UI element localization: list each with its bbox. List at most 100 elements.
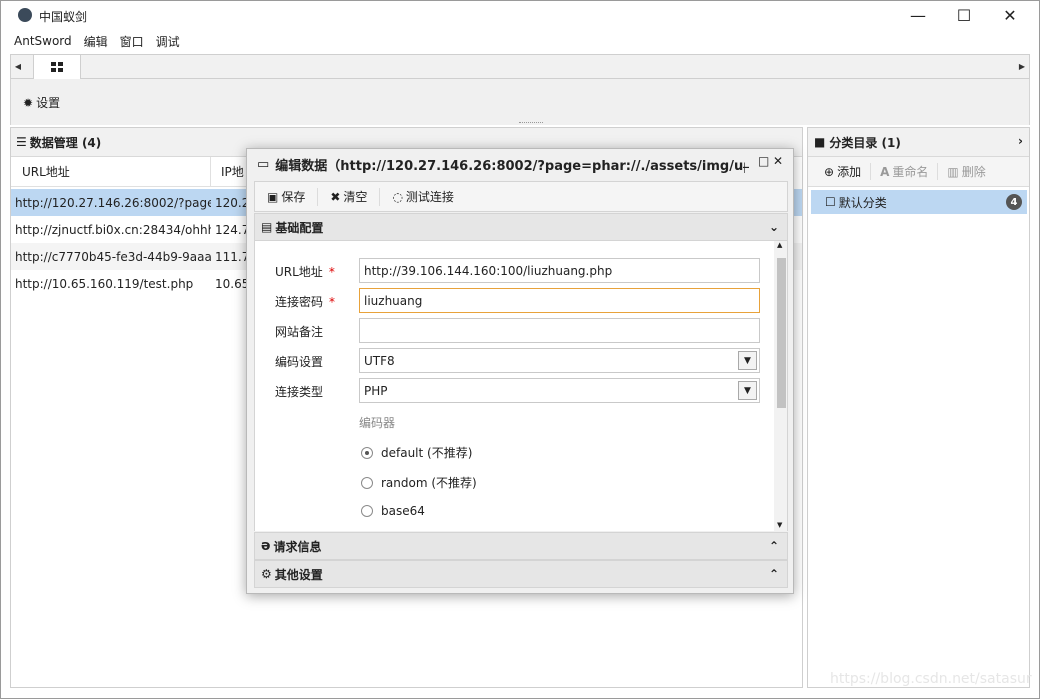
- row-url: http://10.65.160.119/test.php: [15, 276, 194, 291]
- spinner-icon: ◌: [392, 189, 403, 204]
- column-url[interactable]: URL地址: [11, 157, 211, 187]
- url-label: URL地址 *: [275, 263, 335, 280]
- chevron-down-icon: ▼: [738, 351, 757, 370]
- save-button[interactable]: ▣ 保存: [255, 187, 319, 206]
- window-title: 中国蚁剑: [39, 10, 88, 24]
- antsword-logo-icon: [18, 8, 32, 22]
- url-input[interactable]: http://39.106.144.160:100/liuzhuang.php: [359, 258, 760, 283]
- encoder-radio-base64[interactable]: base64: [361, 504, 425, 518]
- encoding-label: 编码设置: [275, 355, 324, 369]
- test-label: 测试连接: [405, 190, 454, 204]
- tab-home[interactable]: [33, 54, 81, 79]
- settings-button[interactable]: ✹ 设置: [23, 94, 60, 111]
- encoder-option-label: base64: [381, 504, 425, 518]
- encoder-option-label: default (不推荐): [381, 446, 473, 460]
- rename-category-button[interactable]: A 重命名: [870, 163, 937, 180]
- chevron-up-icon: ⌃: [768, 539, 779, 553]
- font-icon: A: [880, 164, 890, 179]
- clear-button[interactable]: ✖ 清空: [318, 187, 381, 206]
- dialog-title: 编辑数据（http://120.27.146.26:8002/?page=pha…: [275, 159, 746, 174]
- scroll-thumb[interactable]: [777, 258, 786, 408]
- dialog-close-icon[interactable]: ✕: [773, 154, 783, 168]
- clear-label: 清空: [343, 190, 368, 204]
- basic-config-form: URL地址 * http://39.106.144.160:100/liuzhua…: [254, 241, 788, 531]
- maximize-button[interactable]: ☐: [941, 1, 987, 30]
- category-item-default[interactable]: ☐ 默认分类 4: [811, 190, 1027, 214]
- rename-label: 重命名: [892, 165, 929, 179]
- note-input[interactable]: [359, 318, 760, 343]
- title-bar: 中国蚁剑 — ☐ ✕: [1, 1, 1039, 30]
- delete-category-button[interactable]: ▥ 删除: [937, 163, 994, 180]
- dialog-title-bar[interactable]: ▭ 编辑数据（http://120.27.146.26:8002/?page=p…: [247, 149, 793, 180]
- type-select[interactable]: PHP ▼: [359, 378, 760, 403]
- radio-selected-icon: [361, 446, 373, 459]
- chevron-down-icon: ⌄: [768, 220, 779, 234]
- category-panel-title: 分类目录 (1): [829, 135, 901, 150]
- encoder-radio-random[interactable]: random (不推荐): [361, 474, 477, 491]
- folder-icon: ■: [814, 135, 826, 149]
- menu-edit[interactable]: 编辑: [78, 33, 114, 50]
- category-label: 默认分类: [838, 195, 887, 210]
- dialog-toolbar: ▣ 保存 ✖ 清空 ◌ 测试连接: [254, 181, 788, 212]
- category-panel-header: ■ 分类目录 (1) ›: [808, 128, 1029, 157]
- dialog-maximize-icon[interactable]: □: [758, 154, 769, 168]
- collapse-right-icon[interactable]: ›: [1018, 134, 1023, 148]
- settings-label: 设置: [36, 96, 61, 110]
- scroll-up-icon[interactable]: ▲: [777, 241, 782, 249]
- trash-icon: ▥: [947, 164, 959, 179]
- add-label: 添加: [837, 165, 862, 179]
- radio-icon: [361, 476, 373, 489]
- chevron-down-icon: ▼: [738, 381, 757, 400]
- grid-icon: [51, 62, 63, 72]
- save-label: 保存: [281, 190, 306, 204]
- resize-grip[interactable]: [519, 122, 543, 124]
- watermark: https://blog.csdn.net/satasur: [830, 671, 1032, 687]
- chevron-up-icon: ⌃: [768, 567, 779, 581]
- basic-config-section-header[interactable]: ▤ 基础配置 ⌄: [254, 213, 788, 241]
- cogs-icon: ⚙: [261, 567, 272, 581]
- menu-window[interactable]: 窗口: [114, 33, 150, 50]
- basic-section-label: 基础配置: [275, 220, 324, 235]
- url-label-text: URL地址: [275, 265, 323, 279]
- encoder-option-label: random (不推荐): [381, 476, 477, 490]
- window-icon: ▭: [257, 157, 270, 172]
- other-settings-section-header[interactable]: ⚙ 其他设置 ⌃: [254, 560, 788, 588]
- scroll-down-icon[interactable]: ▼: [777, 521, 782, 529]
- gear-icon: ✹: [23, 95, 34, 110]
- edit-data-dialog: ▭ 编辑数据（http://120.27.146.26:8002/?page=p…: [246, 148, 794, 594]
- test-connection-button[interactable]: ◌ 测试连接: [380, 188, 466, 206]
- menu-antsword[interactable]: AntSword: [1, 34, 78, 48]
- encoder-label: 编码器: [359, 416, 396, 430]
- minimize-button[interactable]: —: [895, 1, 941, 30]
- tab-scroll-left-icon[interactable]: ◀: [11, 55, 25, 78]
- note-label: 网站备注: [275, 325, 324, 339]
- delete-label: 删除: [961, 165, 986, 179]
- menu-debug[interactable]: 调试: [150, 33, 186, 50]
- save-icon: ▣: [267, 189, 279, 204]
- tab-scroll-right-icon[interactable]: ▶: [1015, 55, 1029, 78]
- data-panel-title: 数据管理 (4): [29, 135, 102, 150]
- type-label: 连接类型: [275, 385, 324, 399]
- folder-open-icon: ☐: [825, 195, 836, 209]
- request-section-label: 请求信息: [273, 539, 322, 554]
- radio-icon: [361, 505, 373, 517]
- request-info-section-header[interactable]: ə 请求信息 ⌃: [254, 532, 788, 560]
- encoder-radio-default[interactable]: default (不推荐): [361, 444, 472, 461]
- list-icon: ☰: [16, 135, 27, 149]
- form-scrollbar[interactable]: ▲ ▼: [774, 241, 787, 531]
- ie-icon: ə: [261, 538, 271, 554]
- close-button[interactable]: ✕: [987, 1, 1033, 30]
- plus-circle-icon: ⊕: [824, 164, 835, 179]
- required-mark: *: [329, 295, 336, 309]
- required-mark: *: [328, 265, 335, 279]
- dialog-minimize-icon[interactable]: _: [743, 154, 749, 168]
- other-section-label: 其他设置: [274, 567, 323, 582]
- password-input[interactable]: liuzhuang: [359, 288, 760, 313]
- settings-bar: ✹ 设置: [10, 79, 1030, 125]
- add-category-button[interactable]: ⊕ 添加: [808, 163, 870, 180]
- file-icon: ▤: [261, 220, 273, 234]
- type-value: PHP: [364, 383, 388, 398]
- encoding-select[interactable]: UTF8 ▼: [359, 348, 760, 373]
- password-label-text: 连接密码: [275, 295, 324, 309]
- row-url: http://c7770b45-fe3d-44b9-9aaa-(: [15, 249, 211, 264]
